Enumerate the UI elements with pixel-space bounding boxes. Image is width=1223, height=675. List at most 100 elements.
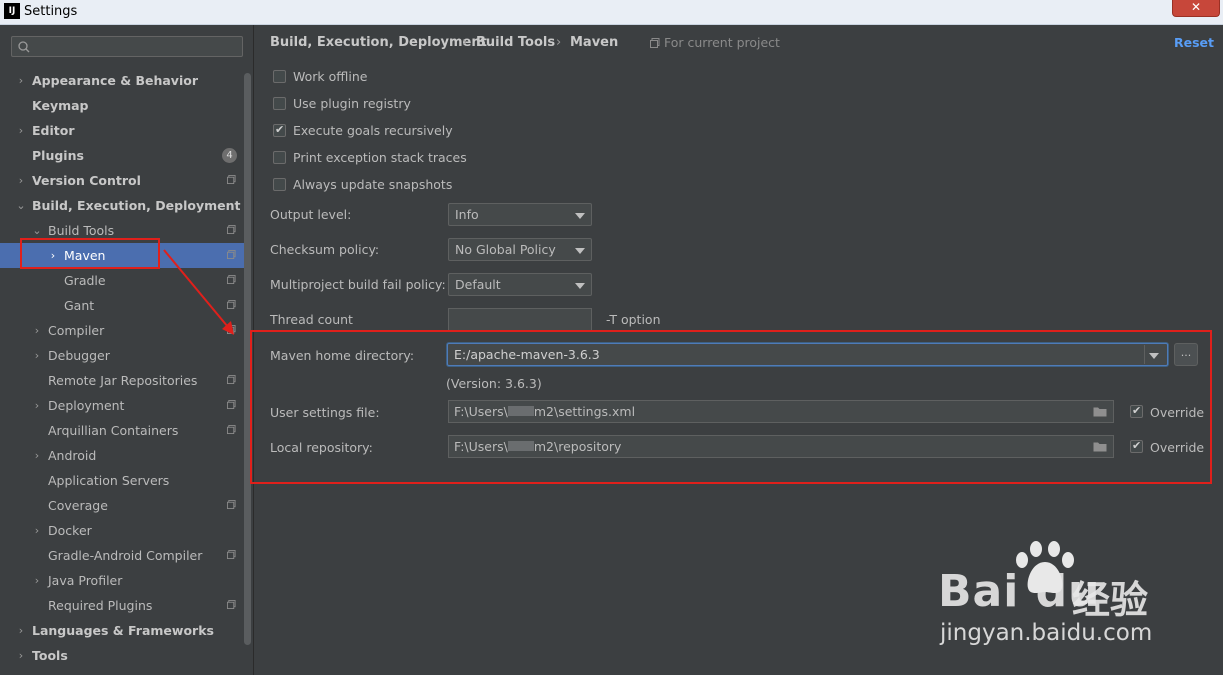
option-checkbox-label[interactable]: Print exception stack traces [293, 150, 467, 165]
thread-count-input[interactable] [448, 308, 592, 331]
output-level-value: Info [455, 207, 479, 222]
project-scope-icon [227, 600, 236, 609]
chevron-right-icon[interactable]: › [16, 618, 26, 643]
option-checkbox[interactable] [273, 97, 286, 110]
sidebar-item-build-execution-deployment[interactable]: ⌄ Build, Execution, Deployment [0, 193, 244, 218]
dropdown-arrow-icon [575, 213, 585, 219]
project-scope-icon [227, 400, 236, 409]
window-title: Settings [24, 4, 78, 19]
sidebar-item-debugger[interactable]: › Debugger [0, 343, 244, 368]
thread-count-label: Thread count [270, 312, 353, 327]
thread-count-suffix: -T option [606, 312, 661, 327]
checksum-policy-value: No Global Policy [455, 242, 556, 257]
option-checkbox[interactable] [273, 123, 286, 137]
reset-link[interactable]: Reset [1174, 35, 1214, 50]
output-level-select[interactable]: Info [448, 203, 592, 226]
intellij-icon: IJ [4, 3, 20, 19]
chevron-down-icon[interactable]: ⌄ [16, 193, 26, 218]
option-checkbox-label[interactable]: Use plugin registry [293, 96, 411, 111]
sidebar-item-label: Languages & Frameworks [32, 623, 214, 638]
sidebar-item-gradle-android-compiler[interactable]: Gradle-Android Compiler [0, 543, 244, 568]
annotation-box-maven-paths [250, 330, 1212, 484]
chevron-right-icon[interactable]: › [16, 68, 26, 93]
sidebar-item-label: Debugger [48, 348, 110, 363]
option-checkbox-label[interactable]: Always update snapshots [293, 177, 452, 192]
chevron-right-icon[interactable]: › [32, 318, 42, 343]
sidebar-item-coverage[interactable]: Coverage [0, 493, 244, 518]
sidebar-item-label: Build, Execution, Deployment [32, 198, 241, 213]
output-level-label: Output level: [270, 207, 352, 222]
sidebar-item-label: Android [48, 448, 97, 463]
project-scope-icon [650, 38, 660, 48]
sidebar-item-java-profiler[interactable]: › Java Profiler [0, 568, 244, 593]
chevron-right-icon[interactable]: › [16, 168, 26, 193]
chevron-right-icon[interactable]: › [32, 568, 42, 593]
option-checkbox-label[interactable]: Execute goals recursively [293, 123, 453, 138]
checksum-policy-select[interactable]: No Global Policy [448, 238, 592, 261]
chevron-right-icon[interactable]: › [32, 443, 42, 468]
sidebar-item-label: Remote Jar Repositories [48, 373, 198, 388]
settings-search-input[interactable] [11, 36, 243, 57]
sidebar-item-label: Application Servers [48, 473, 170, 488]
plugins-update-badge: 4 [222, 148, 237, 163]
fail-policy-select[interactable]: Default [448, 273, 592, 296]
breadcrumb-separator: › [556, 35, 562, 50]
breadcrumb-maven: Maven [570, 35, 619, 50]
sidebar-item-label: Docker [48, 523, 92, 538]
project-scope-icon [227, 175, 236, 184]
sidebar-item-remote-jar-repositories[interactable]: Remote Jar Repositories [0, 368, 244, 393]
sidebar-item-tools[interactable]: › Tools [0, 643, 244, 668]
sidebar-item-docker[interactable]: › Docker [0, 518, 244, 543]
watermark-url: jingyan.baidu.com [940, 620, 1153, 646]
sidebar-item-label: Keymap [32, 98, 89, 113]
sidebar-item-label: Deployment [48, 398, 125, 413]
option-checkbox[interactable] [273, 151, 286, 164]
chevron-right-icon[interactable]: › [16, 118, 26, 143]
watermark-jingyan: 经验 [1072, 578, 1149, 622]
sidebar-item-label: Version Control [32, 173, 141, 188]
sidebar-item-deployment[interactable]: › Deployment [0, 393, 244, 418]
sidebar-item-required-plugins[interactable]: Required Plugins [0, 593, 244, 618]
sidebar-item-arquillian-containers[interactable]: Arquillian Containers [0, 418, 244, 443]
sidebar-item-editor[interactable]: › Editor [0, 118, 244, 143]
option-checkbox[interactable] [273, 70, 286, 83]
sidebar-item-version-control[interactable]: › Version Control [0, 168, 244, 193]
annotation-box-maven-node [20, 238, 160, 269]
settings-sidebar: › Appearance & Behavior Keymap › Editor Plugi… [0, 25, 254, 675]
sidebar-item-languages-frameworks[interactable]: › Languages & Frameworks [0, 618, 244, 643]
option-checkbox[interactable] [273, 178, 286, 191]
fail-policy-label: Multiproject build fail policy: [270, 277, 446, 292]
sidebar-item-label: Java Profiler [48, 573, 123, 588]
chevron-right-icon[interactable]: › [32, 393, 42, 418]
chevron-right-icon[interactable]: › [32, 343, 42, 368]
sidebar-item-label: Arquillian Containers [48, 423, 179, 438]
sidebar-item-label: Gradle [64, 273, 106, 288]
sidebar-item-label: Appearance & Behavior [32, 73, 198, 88]
sidebar-item-label: Gant [64, 298, 95, 313]
title-bar: IJ Settings ✕ [0, 0, 1223, 25]
project-scope-icon [227, 500, 236, 509]
project-scope-icon [227, 425, 236, 434]
search-icon [18, 41, 30, 53]
sidebar-item-label: Gradle-Android Compiler [48, 548, 203, 563]
annotation-arrow [163, 249, 234, 335]
dropdown-arrow-icon [575, 283, 585, 289]
breadcrumb-build-tools[interactable]: Build Tools [476, 35, 555, 50]
checksum-policy-label: Checksum policy: [270, 242, 380, 257]
option-checkbox-label[interactable]: Work offline [293, 69, 367, 84]
chevron-right-icon[interactable]: › [16, 643, 26, 668]
breadcrumb-separator: › [462, 35, 468, 50]
sidebar-item-appearance-behavior[interactable]: › Appearance & Behavior [0, 68, 244, 93]
project-scope-icon [227, 550, 236, 559]
chevron-right-icon[interactable]: › [32, 518, 42, 543]
dropdown-arrow-icon [575, 248, 585, 254]
sidebar-item-keymap[interactable]: Keymap [0, 93, 244, 118]
sidebar-item-application-servers[interactable]: Application Servers [0, 468, 244, 493]
sidebar-item-android[interactable]: › Android [0, 443, 244, 468]
sidebar-item-plugins[interactable]: Plugins 4 [0, 143, 244, 168]
sidebar-item-label: Editor [32, 123, 75, 138]
sidebar-item-label: Compiler [48, 323, 105, 338]
breadcrumb-build[interactable]: Build, Execution, Deployment [270, 35, 487, 50]
close-button[interactable]: ✕ [1172, 0, 1220, 17]
sidebar-item-label: Coverage [48, 498, 108, 513]
